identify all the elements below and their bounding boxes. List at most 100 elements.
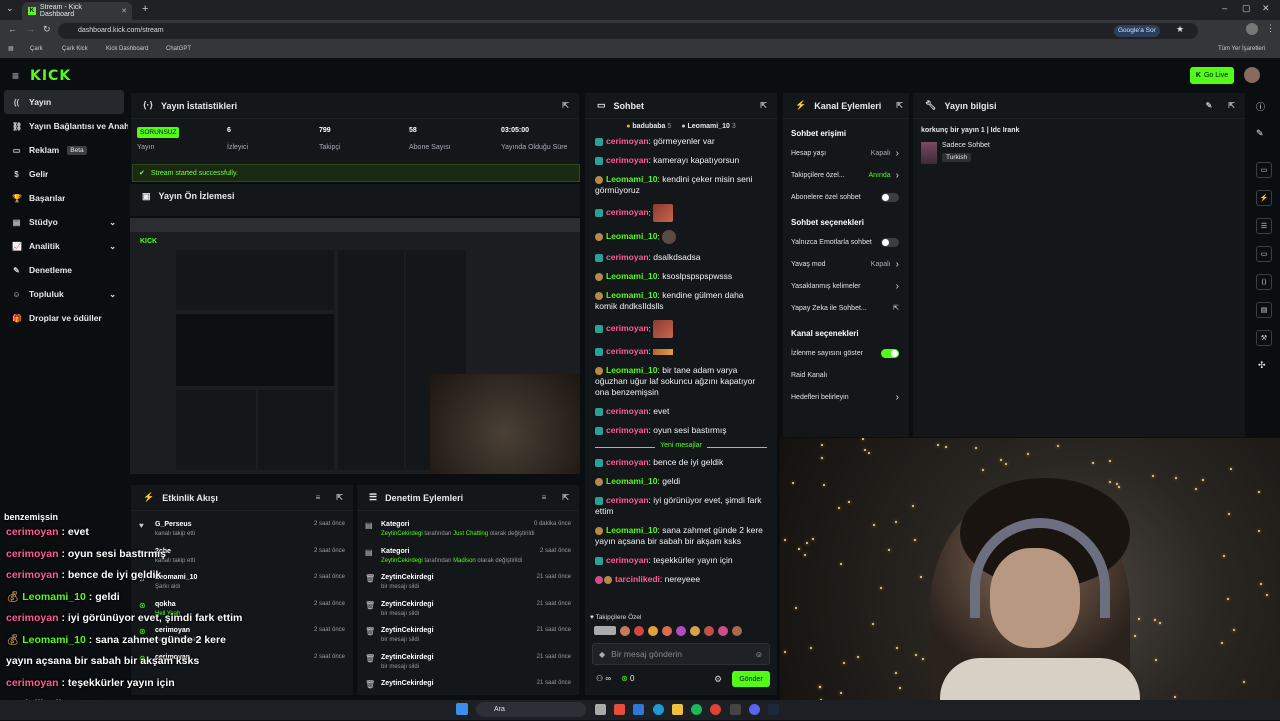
chat-message[interactable]: Leomami_10: kendini çeker misin seni gör… xyxy=(595,174,767,196)
chat-toggle-icon[interactable]: ▭ xyxy=(1256,246,1272,262)
chat-username[interactable]: Leomami_10 xyxy=(606,271,658,281)
emote-icon[interactable] xyxy=(662,626,672,636)
bookmark-item[interactable]: Çark xyxy=(30,46,43,52)
chat-username[interactable]: cerimoyan xyxy=(606,425,649,435)
add-widget-icon[interactable]: ✣ xyxy=(1258,360,1266,371)
chat-username[interactable]: cerimoyan xyxy=(606,406,649,416)
edge-icon[interactable] xyxy=(652,704,664,715)
chat-message[interactable]: cerimoyan: dsalkdsadsa xyxy=(595,252,767,263)
emote-icon[interactable] xyxy=(676,626,686,636)
emote-bar[interactable] xyxy=(594,626,774,638)
filter-icon[interactable]: ≡ xyxy=(316,493,321,502)
chat-message[interactable]: Leomami_10: ksoslpspspspwsss xyxy=(595,271,767,282)
sidebar-item[interactable]: 📈 Analitik ⌄ xyxy=(0,234,128,258)
shield-icon[interactable]: ◆ xyxy=(599,650,605,659)
chat-message[interactable]: cerimoyan: xyxy=(595,346,767,357)
popout-icon[interactable]: ⇱ xyxy=(896,101,903,110)
edit-icon[interactable]: ✎ xyxy=(1206,101,1213,110)
language-tag[interactable]: Turkish xyxy=(942,153,972,162)
browser-tab[interactable]: K Stream - Kick Dashboard ✕ xyxy=(22,2,132,20)
chat-username[interactable]: cerimoyan xyxy=(606,495,649,505)
chat-username[interactable]: cerimoyan xyxy=(606,457,649,467)
popout-icon[interactable]: ⇱ xyxy=(562,101,569,110)
app-icon[interactable] xyxy=(729,704,741,715)
chat-message[interactable]: Leomami_10: xyxy=(595,230,767,244)
address-bar[interactable]: dashboard.kick.com/stream xyxy=(58,23,1198,39)
all-bookmarks[interactable]: Tüm Yer İşaretleri xyxy=(1218,46,1265,52)
stats-toggle-icon[interactable]: ⟨⟩ xyxy=(1256,274,1272,290)
chat-message[interactable]: tarcinlikedi: nereyeee xyxy=(595,574,767,585)
menu-icon[interactable]: ⋮ xyxy=(1266,23,1275,34)
google-ask-button[interactable]: Google'a Sor xyxy=(1114,25,1160,37)
emote-icon[interactable] xyxy=(648,626,658,636)
window-close-icon[interactable]: ✕ xyxy=(1262,3,1270,14)
lightning-toggle-icon[interactable]: ⚡ xyxy=(1256,190,1272,206)
emote-icon[interactable] xyxy=(620,626,630,636)
popout-icon[interactable]: ⇱ xyxy=(336,493,343,502)
setting-row[interactable]: Hedefleri belirleyin › xyxy=(783,386,909,408)
popout-icon[interactable]: ⇱ xyxy=(760,101,767,110)
windows-start-icon[interactable] xyxy=(456,703,468,715)
moderation-item[interactable]: 🗑︎ ZeytinCekirdegi bir mesajı sildi 21 saat… xyxy=(357,570,579,596)
preview-toggle-icon[interactable]: ▭ xyxy=(1256,162,1272,178)
sidebar-item[interactable]: 🎁 Droplar ve ödüller xyxy=(0,306,128,330)
taskbar-search[interactable]: Ara xyxy=(476,702,586,717)
moderation-item[interactable]: 🗑︎ ZeytinCekirdegi bir mesajı sildi 21 saat… xyxy=(357,597,579,623)
chat-message[interactable]: cerimoyan: xyxy=(595,320,767,338)
steam-icon[interactable] xyxy=(768,704,780,715)
setting-row[interactable]: Raid Kanalı xyxy=(783,364,909,386)
toggle-switch[interactable] xyxy=(881,192,899,202)
reload-icon[interactable]: ↻ xyxy=(43,24,51,35)
chat-username[interactable]: Leomami_10 xyxy=(606,525,658,535)
new-tab-icon[interactable]: + xyxy=(142,3,148,15)
chat-username[interactable]: cerimoyan xyxy=(606,136,649,146)
office-icon[interactable] xyxy=(614,704,626,715)
bookmark-item[interactable]: ChatGPT xyxy=(166,46,191,52)
maximize-icon[interactable]: ▢ xyxy=(1242,3,1251,14)
chat-username[interactable]: cerimoyan xyxy=(606,252,649,262)
chat-username[interactable]: cerimoyan xyxy=(606,346,649,356)
popout-icon[interactable]: ⇱ xyxy=(562,493,569,502)
user-avatar[interactable] xyxy=(1244,67,1260,83)
chat-username[interactable]: Leomami_10 xyxy=(606,476,658,486)
forward-icon[interactable]: → xyxy=(26,24,35,34)
chat-username[interactable]: Leomami_10 xyxy=(606,174,658,184)
kick-points[interactable]: ⊛ 0 xyxy=(621,674,634,683)
moderation-item[interactable]: ▤ Kategori ZeytinCekirdegi tarafından Just… xyxy=(357,517,579,543)
setting-row[interactable]: Yapay Zeka ile Sohbet... ⇱ xyxy=(783,297,909,319)
bookmark-star-icon[interactable]: ★ xyxy=(1176,24,1184,35)
popout-icon[interactable]: ⇱ xyxy=(1228,101,1235,110)
setting-row[interactable]: Takipçilere özel... Anında › xyxy=(783,164,909,186)
sidebar-item[interactable]: 🏆 Başarılar xyxy=(0,186,128,210)
chat-message[interactable]: cerimoyan: teşekkürler yayın için xyxy=(595,555,767,566)
close-tab-icon[interactable]: ✕ xyxy=(121,7,127,15)
setting-row[interactable]: Abonelere özel sohbet xyxy=(783,186,909,208)
chat-message[interactable]: cerimoyan: evet xyxy=(595,406,767,417)
sidebar-item[interactable]: ▤ Stüdyo ⌄ xyxy=(0,210,128,234)
chrome-icon[interactable] xyxy=(710,704,722,715)
go-live-button[interactable]: K Go Live xyxy=(1190,67,1234,84)
discord-icon[interactable] xyxy=(748,704,760,715)
send-button[interactable]: Gönder xyxy=(732,671,770,687)
chat-message[interactable]: cerimoyan: iyi görünüyor evet, şimdi far… xyxy=(595,495,767,517)
users-icon[interactable]: ⚇ ∞ xyxy=(596,674,611,683)
category-name[interactable]: Sadece Sohbet xyxy=(942,142,990,149)
spotify-icon[interactable] xyxy=(691,704,703,715)
hamburger-menu-icon[interactable]: ≡ xyxy=(12,69,19,83)
edit-icon[interactable]: ✎ xyxy=(1256,128,1264,139)
chat-input[interactable]: ◆ Bir mesaj gönderin ☺ xyxy=(592,643,770,665)
filter-icon[interactable]: ≡ xyxy=(542,493,547,502)
list-toggle-icon[interactable]: ☰ xyxy=(1256,218,1272,234)
chat-username[interactable]: Leomami_10 xyxy=(606,365,658,375)
emote-icon[interactable] xyxy=(704,626,714,636)
chat-username[interactable]: cerimoyan xyxy=(606,155,649,165)
emote-icon[interactable] xyxy=(732,626,742,636)
tab-search-icon[interactable]: ⌄ xyxy=(6,3,14,14)
wrench-toggle-icon[interactable]: ⚒ xyxy=(1256,330,1272,346)
setting-row[interactable]: Hesap yaşı Kapalı › xyxy=(783,142,909,164)
chat-message[interactable]: cerimoyan: xyxy=(595,204,767,222)
setting-row[interactable]: İzlenme sayısını göster xyxy=(783,342,909,364)
minimize-icon[interactable]: – xyxy=(1222,3,1227,13)
back-icon[interactable]: ← xyxy=(8,24,17,34)
moderation-item[interactable]: 🗑︎ ZeytinCekirdegi bir mesajı sildi 21 saat… xyxy=(357,650,579,676)
